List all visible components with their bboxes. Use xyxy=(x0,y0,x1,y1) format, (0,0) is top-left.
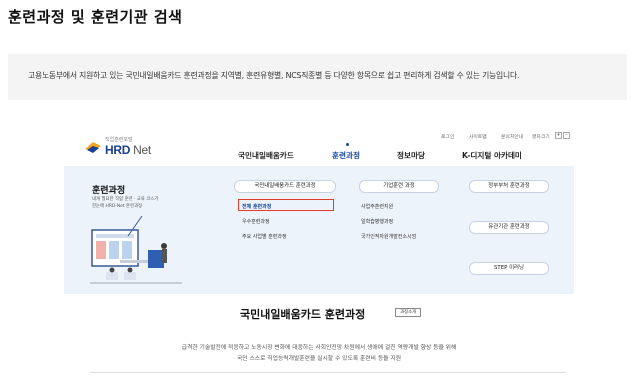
course-intro-tag[interactable]: 과정소개 xyxy=(395,308,422,317)
logo-icon xyxy=(85,142,101,153)
panel-description: 내게 필요한 직업 훈련 · 교육 코스가 한눈에 HRD-Net 훈련과정 xyxy=(92,197,158,210)
font-decrease-button[interactable]: - xyxy=(563,132,570,139)
gnb-training-course[interactable]: 훈련과정 xyxy=(332,150,360,161)
login-link[interactable]: 로그인 xyxy=(441,133,454,140)
active-indicator xyxy=(346,143,349,146)
page-title: 훈련과정 및 훈련기관 검색 xyxy=(8,8,183,26)
section-title: 국민내일배움카드 훈련과정 xyxy=(240,308,366,321)
font-increase-button[interactable]: + xyxy=(555,132,562,139)
gnb-k-digital[interactable]: K-디지털 아카데미 xyxy=(462,150,522,161)
illustration-image xyxy=(90,216,182,284)
sitemap-link[interactable]: 사이트맵 xyxy=(469,133,487,140)
font-size-label: 글자크기 xyxy=(532,135,550,140)
contact-link[interactable]: 문의처안내 xyxy=(501,133,523,140)
sub-item-excellent-courses[interactable]: 우수훈련과정 xyxy=(242,218,270,225)
panel-title: 훈련과정 xyxy=(92,186,126,196)
category-government-training[interactable]: 정부부처 훈련과정 xyxy=(469,180,549,193)
mega-menu-panel: 훈련과정 내게 필요한 직업 훈련 · 교육 코스가 한눈에 HRD-Net 훈… xyxy=(64,166,574,294)
section-desc-line2: 국민 스스로 직업능력개발훈련을 실시할 수 있도록 훈련비 등을 지원 xyxy=(236,356,402,362)
category-step-elearning[interactable]: STEP 이러닝 xyxy=(469,262,549,275)
gnb-info[interactable]: 정보마당 xyxy=(397,150,425,161)
hrd-net-logo[interactable]: 직업훈련포털 HRD Net xyxy=(84,136,184,162)
logo-subtitle: 직업훈련포털 xyxy=(105,137,133,143)
panel-desc-line2: 한눈에 HRD-Net 훈련과정 xyxy=(92,203,143,209)
logo-text: HRD Net xyxy=(105,143,151,157)
panel-desc-line1: 내게 필요한 직업 훈련 · 교육 코스가 xyxy=(92,197,159,202)
sub-item-major-project-courses[interactable]: 주요 사업별 훈련과정 xyxy=(242,233,287,240)
divider xyxy=(90,372,566,373)
description-box: 고용노동부에서 지원하고 있는 국민내일배움카드 훈련과정을 지역별, 훈련유형… xyxy=(8,54,627,100)
category-card-training[interactable]: 국민내일배움카드 훈련과정 xyxy=(234,180,336,193)
sub-item-employer-training[interactable]: 사업주훈련지원 xyxy=(361,203,393,210)
description-text: 고용노동부에서 지원하고 있는 국민내일배움카드 훈련과정을 지역별, 훈련유형… xyxy=(28,71,520,80)
sub-item-work-study[interactable]: 일학습병행과정 xyxy=(361,218,393,225)
category-company-training[interactable]: 기업훈련 과정 xyxy=(359,180,439,193)
logo-hrd: HRD xyxy=(105,143,131,157)
sub-item-all-courses[interactable]: 전체 훈련과정 xyxy=(242,203,271,210)
hrd-net-screenshot: 직업훈련포털 HRD Net 로그인 사이트맵 문의처안내 글자크기 + - 국… xyxy=(64,120,574,383)
category-related-org-training[interactable]: 유관기관 훈련과정 xyxy=(469,221,549,234)
page: 훈련과정 및 훈련기관 검색 고용노동부에서 지원하고 있는 국민내일배움카드 … xyxy=(0,0,635,383)
gnb-card[interactable]: 국민내일배움카드 xyxy=(238,150,294,161)
logo-net: Net xyxy=(133,143,151,157)
section-desc-line1: 급격한 기술발전에 적응하고 노동시장 변화에 대응하는 사회안전망 차원에서 … xyxy=(181,345,457,351)
sub-item-consortium[interactable]: 국가인적자원개발컨소시엄 xyxy=(361,233,416,240)
